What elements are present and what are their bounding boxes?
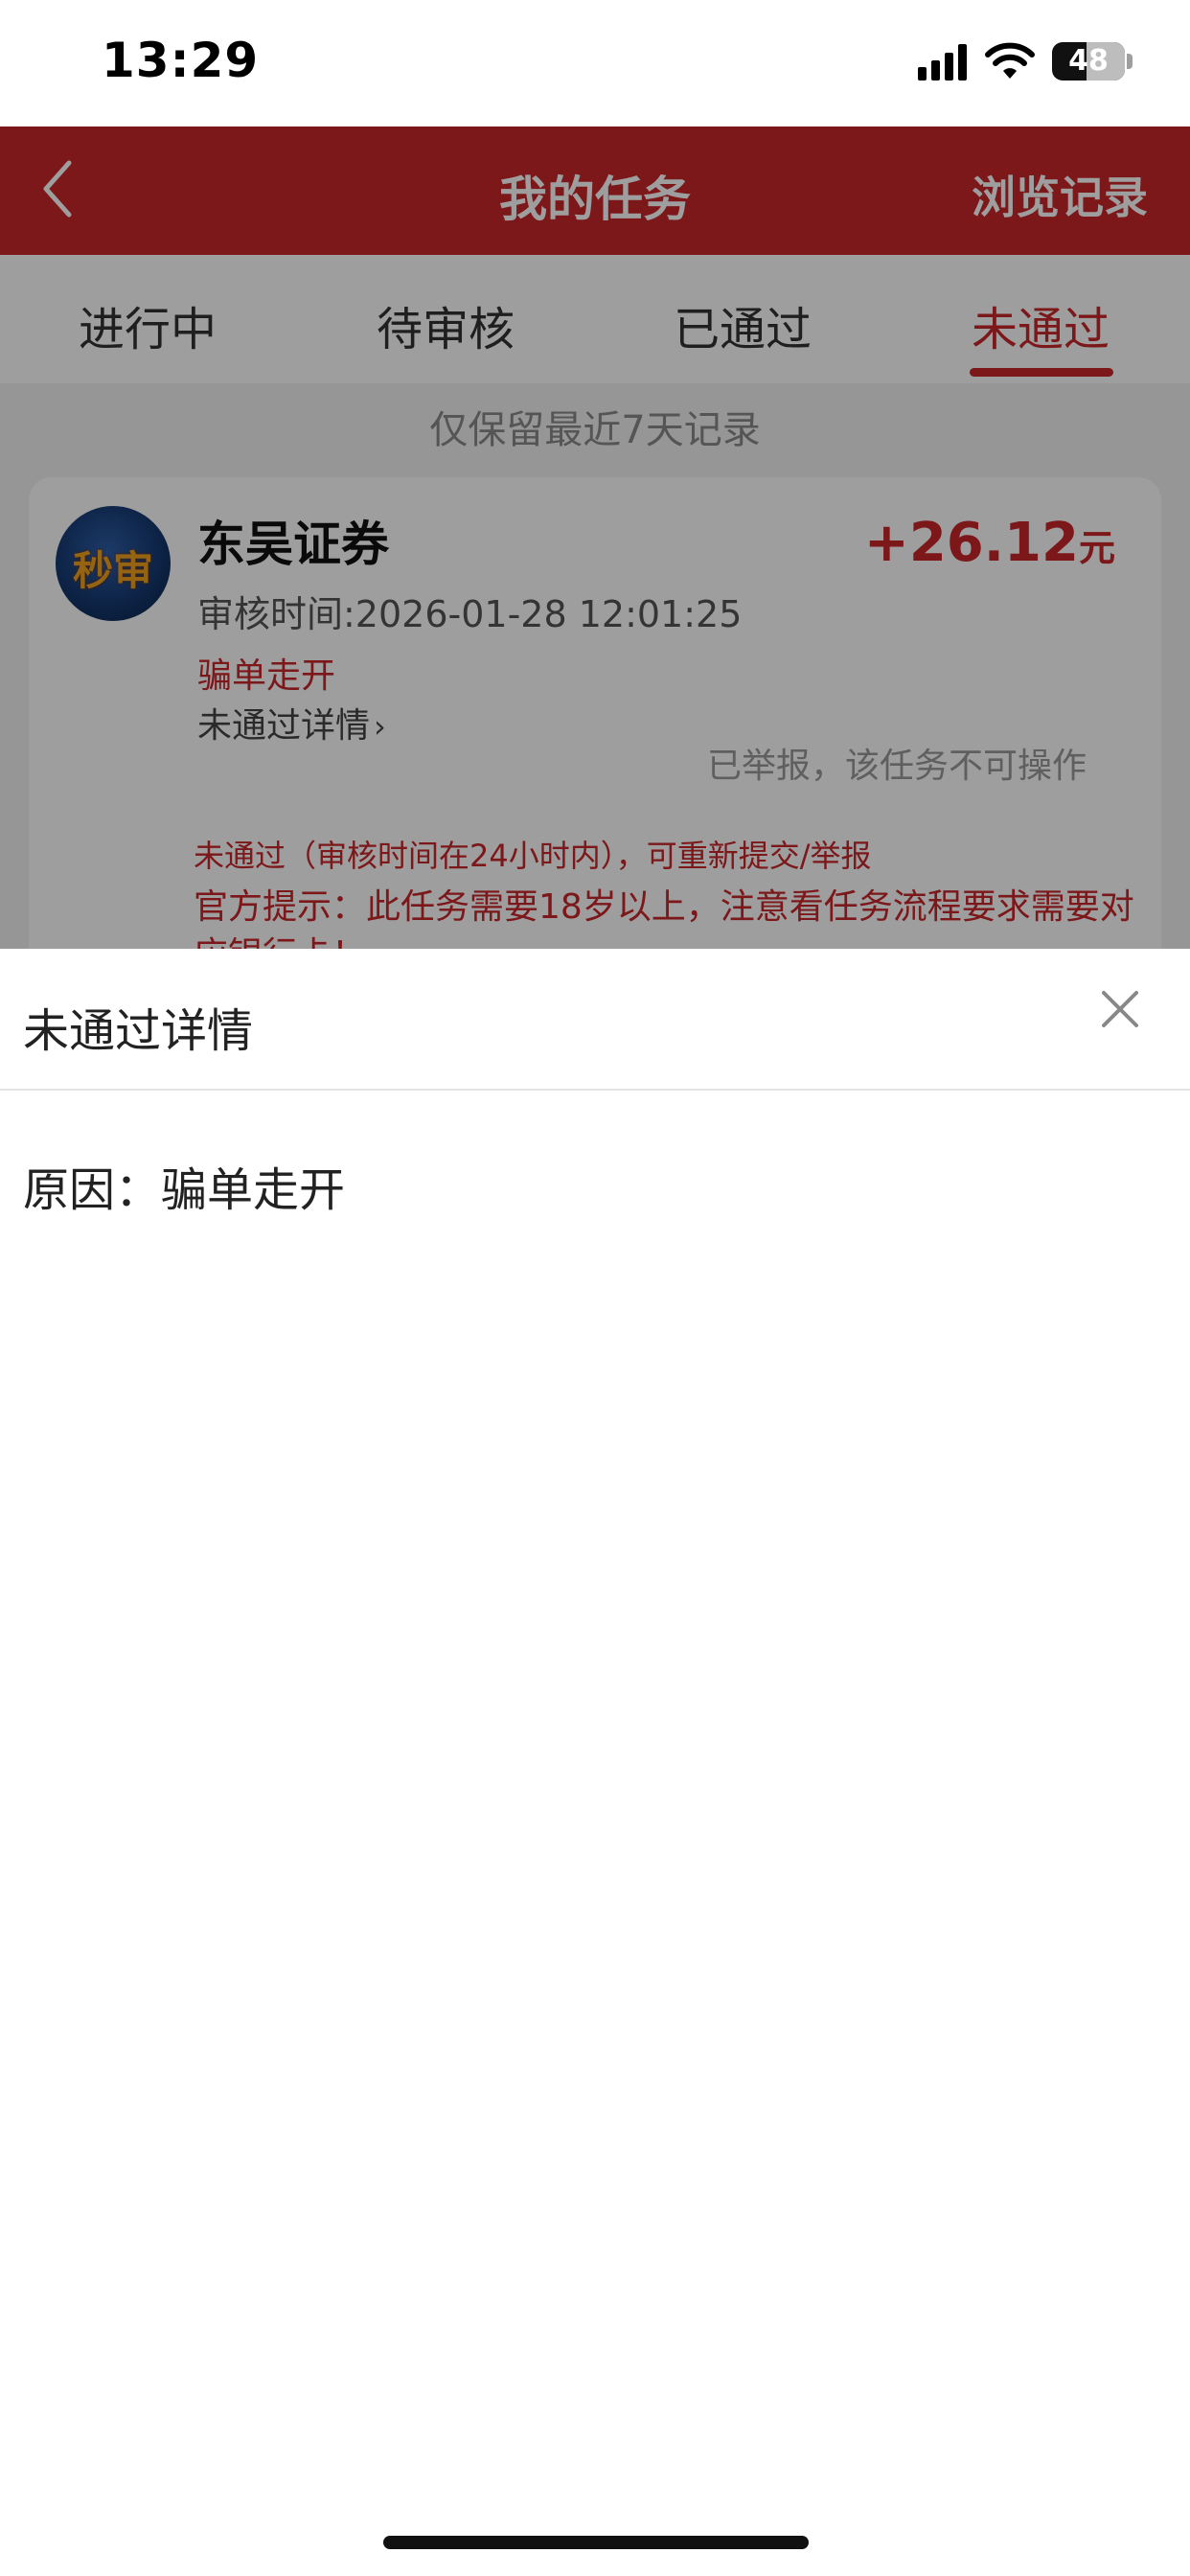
wifi-icon	[985, 42, 1035, 79]
home-indicator	[383, 2536, 809, 2549]
rejection-reason-detail: 原因：骗单走开	[23, 1163, 346, 1217]
sheet-title: 未通过详情	[23, 1004, 254, 1058]
status-time: 13:29	[102, 33, 260, 88]
status-bar: 13:29 48	[0, 0, 1190, 126]
modal-backdrop[interactable]	[0, 126, 1190, 949]
battery-level: 48	[1068, 44, 1109, 78]
battery-tip	[1127, 54, 1133, 69]
sheet-divider	[0, 1089, 1190, 1091]
close-icon[interactable]	[1096, 985, 1144, 1033]
battery-icon: 48	[1052, 42, 1125, 80]
rejection-details-sheet: 未通过详情 原因：骗单走开	[0, 949, 1190, 2576]
cellular-signal-icon	[918, 44, 967, 80]
